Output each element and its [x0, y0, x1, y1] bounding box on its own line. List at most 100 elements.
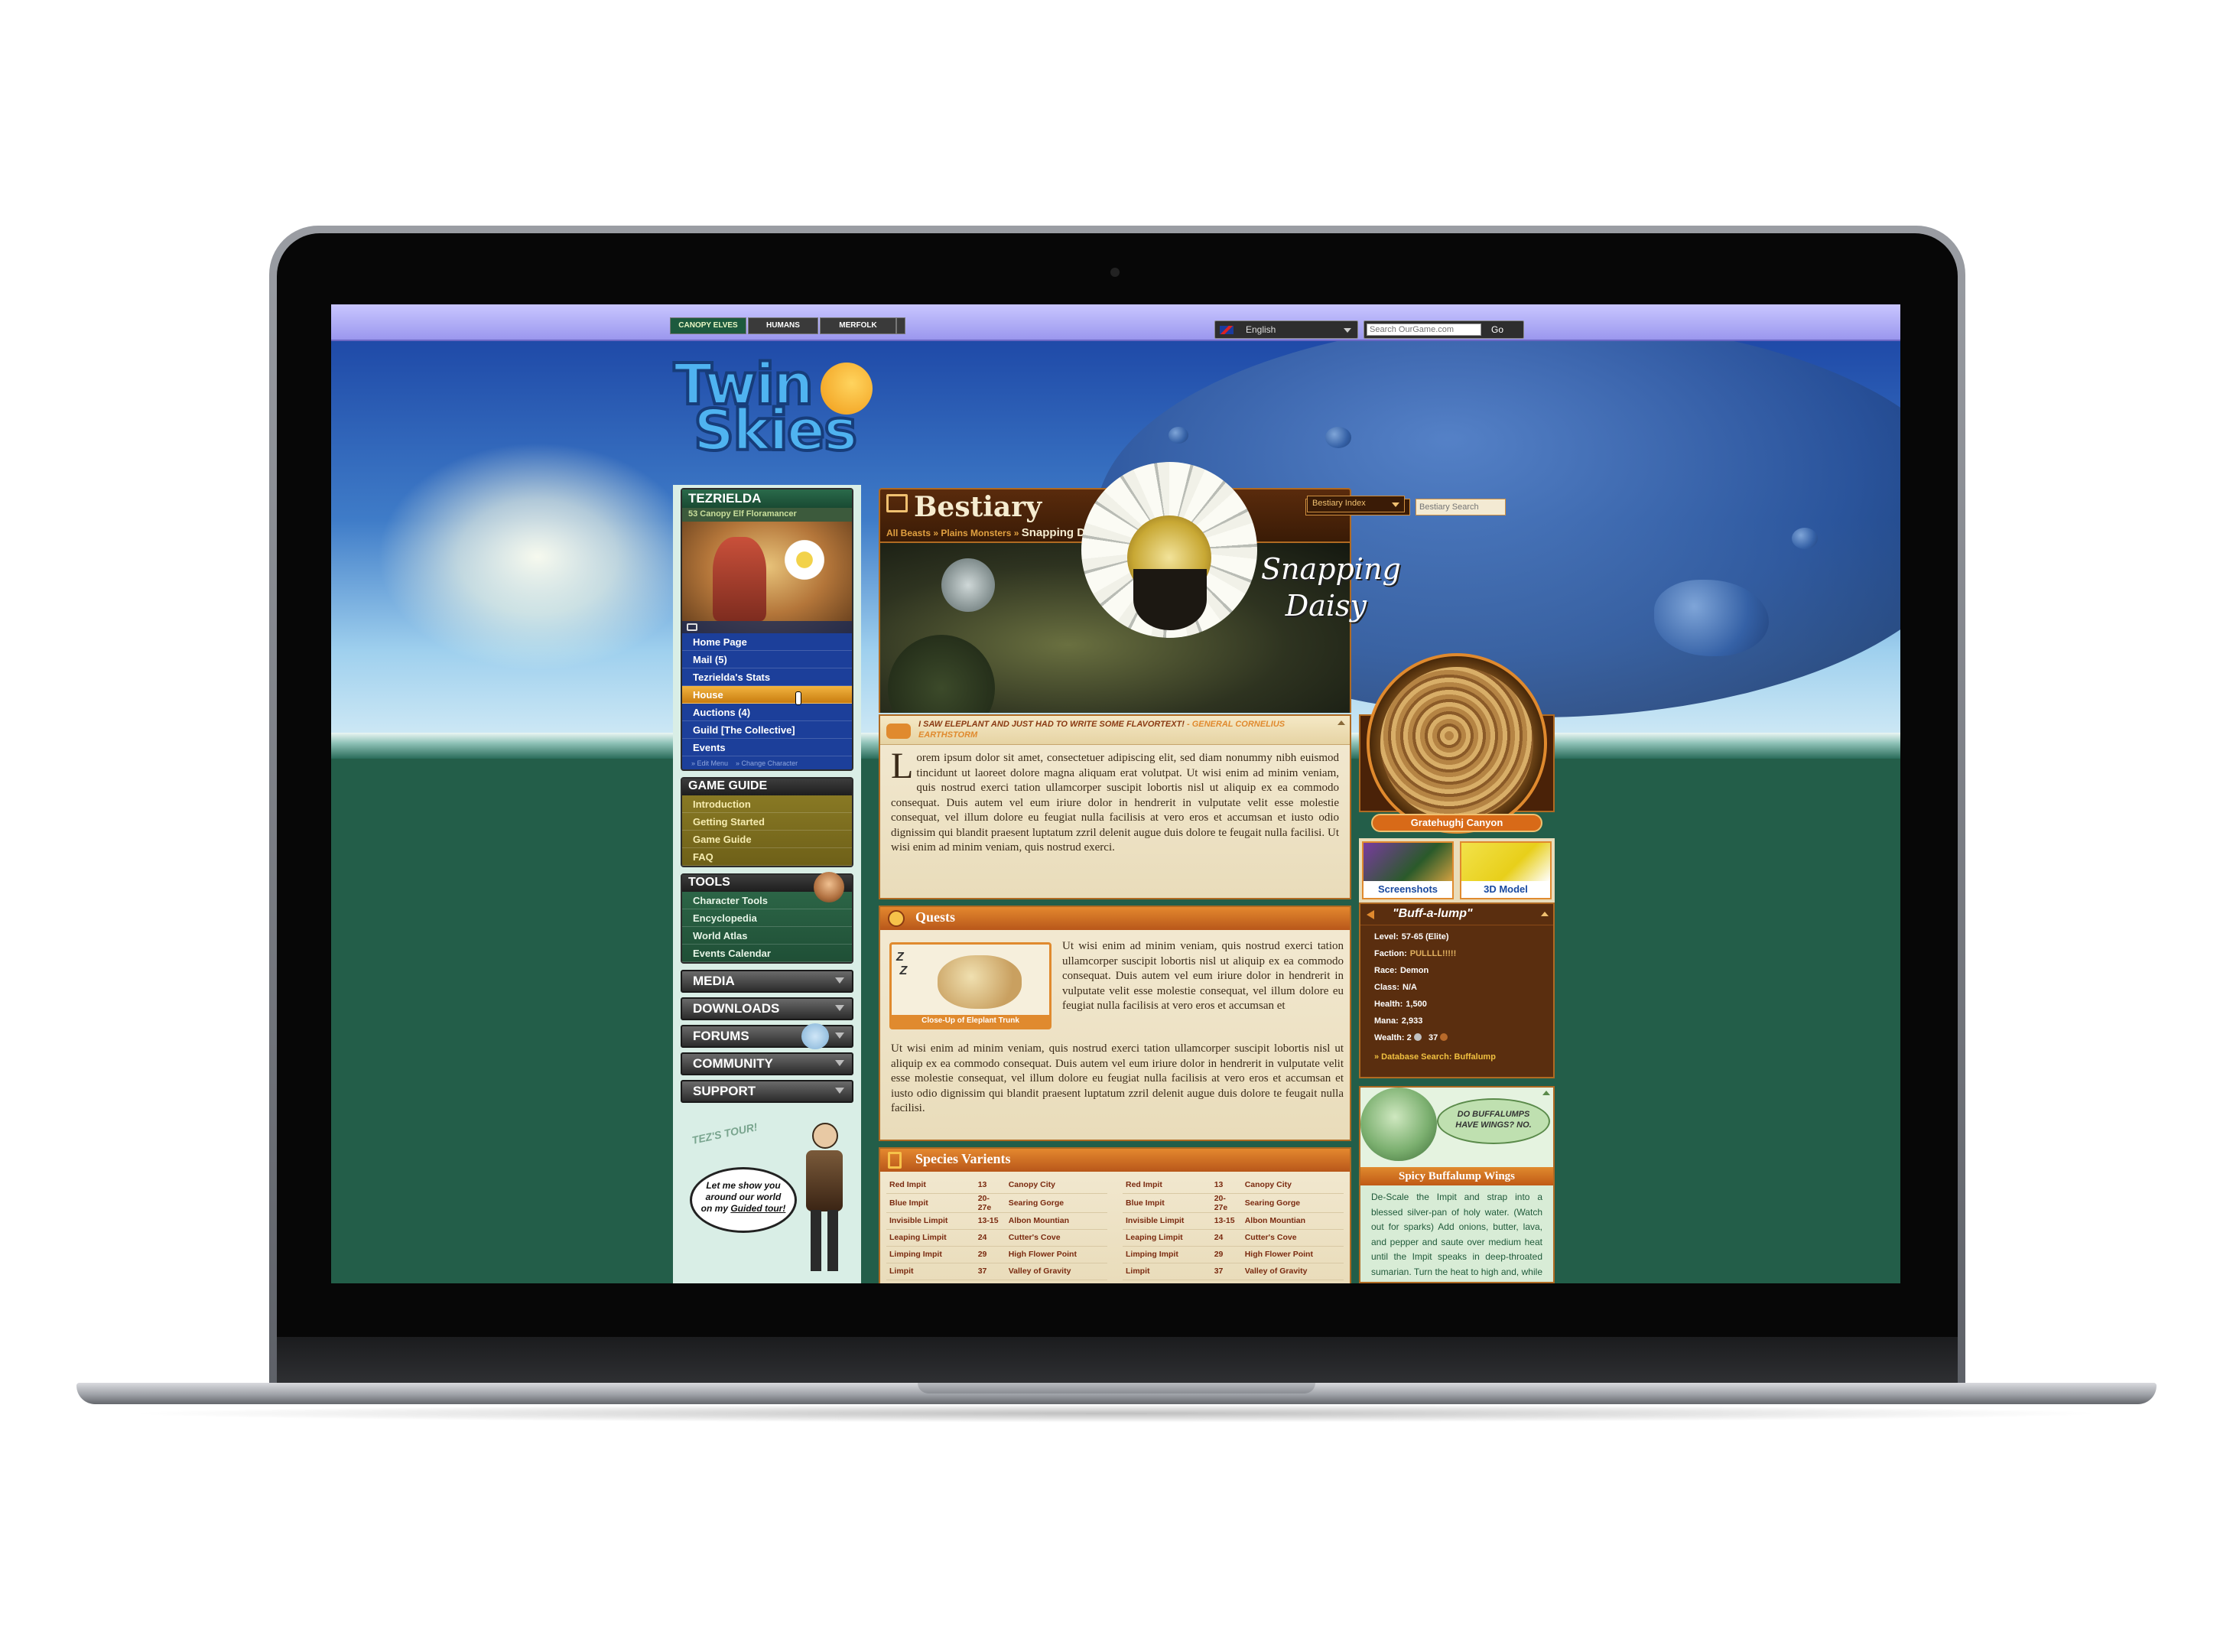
- collapse-icon[interactable]: [1338, 720, 1345, 725]
- language-select[interactable]: English: [1214, 320, 1358, 339]
- database-search-link[interactable]: » Database Search: Buffalump: [1360, 1046, 1553, 1062]
- collapse-icon[interactable]: [1542, 1091, 1550, 1095]
- species-row[interactable]: Invisible Limpit 13-15 Albon Mountian: [1123, 1212, 1344, 1230]
- species-row[interactable]: Limping Impit 29 High Flower Point: [1123, 1246, 1344, 1263]
- tools-item[interactable]: World Atlas: [682, 927, 852, 945]
- sun-glow: [377, 442, 698, 672]
- screen: CANOPY ELVES HUMANS MERFOLK English Go T…: [331, 304, 1900, 1283]
- eleplant-illustration: [938, 955, 1022, 1009]
- species-row[interactable]: Limpit 37 Valley of Gravity: [886, 1263, 1107, 1280]
- guided-tour-promo[interactable]: TEZ'S TOUR! Let me show you around our w…: [681, 1120, 853, 1283]
- game-guide-item[interactable]: Getting Started: [682, 813, 852, 831]
- character-nav-item[interactable]: Tezrielda's Stats: [682, 668, 852, 686]
- wealth-copper: 37: [1428, 1033, 1438, 1042]
- collapse-icon[interactable]: [1541, 912, 1549, 916]
- game-guide-item[interactable]: Introduction: [682, 795, 852, 813]
- banner-title-line2: Daisy: [1285, 589, 1367, 623]
- species-row[interactable]: Limpit 37 Valley of Gravity: [1123, 1263, 1344, 1280]
- creature-stat-row: Mana: 2,933: [1374, 1013, 1539, 1029]
- stat-label: Level:: [1374, 932, 1399, 941]
- description-panel: I SAW ELEPLANT AND JUST HAD TO WRITE SOM…: [879, 714, 1351, 899]
- character-nav-item[interactable]: Mail (5): [682, 651, 852, 668]
- bestiary-main: Bestiary All Beasts » Plains Monsters » …: [879, 462, 1506, 1283]
- character-nav-item[interactable]: Home Page: [682, 633, 852, 651]
- edit-menu-link[interactable]: » Edit Menu: [691, 759, 728, 767]
- camera-icon[interactable]: [687, 623, 697, 631]
- species-name: Red Impit: [1123, 1176, 1211, 1194]
- species-row[interactable]: Red Impit 13 Canopy City: [886, 1176, 1107, 1194]
- species-level: 24: [1211, 1229, 1242, 1247]
- species-zone: Cutter's Cove: [1005, 1229, 1107, 1247]
- support-menu[interactable]: SUPPORT: [681, 1080, 853, 1103]
- change-character-link[interactable]: » Change Character: [736, 759, 798, 767]
- character-nav-item[interactable]: Guild [The Collective]: [682, 721, 852, 739]
- game-guide-title[interactable]: GAME GUIDE: [682, 779, 852, 795]
- community-menu[interactable]: COMMUNITY: [681, 1052, 853, 1075]
- creature-header: "Buff-a-lump": [1360, 904, 1553, 925]
- breadcrumb-all-beasts[interactable]: All Beasts: [886, 528, 931, 538]
- species-zone: Valley of Gravity: [1005, 1263, 1107, 1280]
- site-search-go[interactable]: Go: [1491, 324, 1503, 335]
- forums-menu[interactable]: FORUMS: [681, 1023, 853, 1049]
- creature-name: "Buff-a-lump": [1393, 907, 1473, 920]
- species-row[interactable]: Invisible Limpit 13-15 Albon Mountian: [886, 1212, 1107, 1230]
- character-nav-item[interactable]: House: [682, 686, 852, 704]
- race-tab-arrow[interactable]: [896, 317, 905, 334]
- species-panel: Species Varients Red Impit 13 Canopy City B…: [879, 1147, 1351, 1283]
- game-guide-item[interactable]: FAQ: [682, 848, 852, 866]
- webcam: [1110, 268, 1120, 277]
- species-zone: Albon Mountian: [1005, 1212, 1107, 1230]
- species-row[interactable]: Limping Impit 29 High Flower Point: [886, 1246, 1107, 1263]
- twin-skies-logo[interactable]: Twin Skies: [672, 350, 888, 482]
- right-sidebar: Gratehughj Canyon Screenshots 3D Model "…: [1356, 485, 1559, 1283]
- site-search-input[interactable]: [1367, 324, 1481, 336]
- location-medallion[interactable]: [1367, 653, 1547, 834]
- creature-stats-panel: "Buff-a-lump" Level: 57-65 (Elite) Faction…: [1359, 902, 1555, 1078]
- recipe-text: De-Scale the Impit and strap into a bles…: [1371, 1192, 1542, 1282]
- tab-merfolk[interactable]: MERFOLK: [820, 317, 896, 334]
- species-row[interactable]: Blue Impit 20-27e Searing Gorge: [886, 1193, 1107, 1213]
- media-menu[interactable]: MEDIA: [681, 970, 853, 993]
- stat-value: N/A: [1403, 983, 1417, 992]
- creature-wealth: Wealth: 2 37: [1360, 1029, 1553, 1046]
- location-name[interactable]: Gratehughj Canyon: [1371, 814, 1542, 832]
- guided-tour-link[interactable]: Guided tour!: [730, 1203, 785, 1214]
- tab-canopy-elves[interactable]: CANOPY ELVES: [670, 317, 746, 334]
- game-guide-item[interactable]: Game Guide: [682, 831, 852, 848]
- copper-coin-icon: [1440, 1033, 1448, 1041]
- recipe-title: Spicy Buffalump Wings: [1360, 1167, 1553, 1185]
- species-level: 29: [974, 1246, 1006, 1263]
- species-row[interactable]: Red Impit 13 Canopy City: [1123, 1176, 1344, 1194]
- stat-value: 1,500: [1406, 1000, 1427, 1009]
- exclamation-icon: [888, 910, 905, 927]
- downloads-menu[interactable]: DOWNLOADS: [681, 997, 853, 1020]
- logo-text-skies: Skies: [692, 396, 859, 465]
- screenshots-label: Screenshots: [1377, 883, 1438, 895]
- tools-mascot-icon: [814, 872, 844, 902]
- 3d-model-thumb[interactable]: 3D Model: [1460, 841, 1552, 899]
- laptop-chin: [277, 1337, 1958, 1384]
- screenshots-thumb[interactable]: Screenshots: [1362, 841, 1454, 899]
- tab-humans[interactable]: HUMANS: [748, 317, 818, 334]
- character-portrait[interactable]: [682, 522, 852, 633]
- daisy-illustration: [1074, 454, 1265, 676]
- recipe-panel: DO BUFFALUMPS HAVE WINGS? NO. Spicy Buff…: [1359, 1086, 1555, 1283]
- speaker-icon[interactable]: [1367, 910, 1374, 919]
- character-nav-item[interactable]: Auctions (4): [682, 704, 852, 721]
- stat-label: Faction:: [1374, 949, 1407, 958]
- chevron-down-icon: [835, 1060, 844, 1066]
- tools-item[interactable]: Encyclopedia: [682, 909, 852, 927]
- creature-stat-row: Faction: PULLLL!!!!!: [1374, 945, 1539, 962]
- chevron-down-icon: [835, 977, 844, 984]
- tour-title: TEZ'S TOUR!: [691, 1120, 759, 1146]
- species-zone: Canopy City: [1005, 1176, 1107, 1194]
- character-nav-item[interactable]: Events: [682, 739, 852, 756]
- species-row[interactable]: Leaping Limpit 24 Cutter's Cove: [886, 1229, 1107, 1247]
- species-row[interactable]: Blue Impit 20-27e Searing Gorge: [1123, 1193, 1344, 1213]
- breadcrumb-plains-monsters[interactable]: Plains Monsters: [941, 528, 1011, 538]
- tools-item[interactable]: Events Calendar: [682, 945, 852, 962]
- quest-image[interactable]: Z Z Close-Up of Eleplant Trunk: [889, 942, 1051, 1029]
- species-name: Limpit: [886, 1263, 975, 1280]
- species-row[interactable]: Leaping Limpit 24 Cutter's Cove: [1123, 1229, 1344, 1247]
- character-name[interactable]: TEZRIELDA: [682, 489, 852, 508]
